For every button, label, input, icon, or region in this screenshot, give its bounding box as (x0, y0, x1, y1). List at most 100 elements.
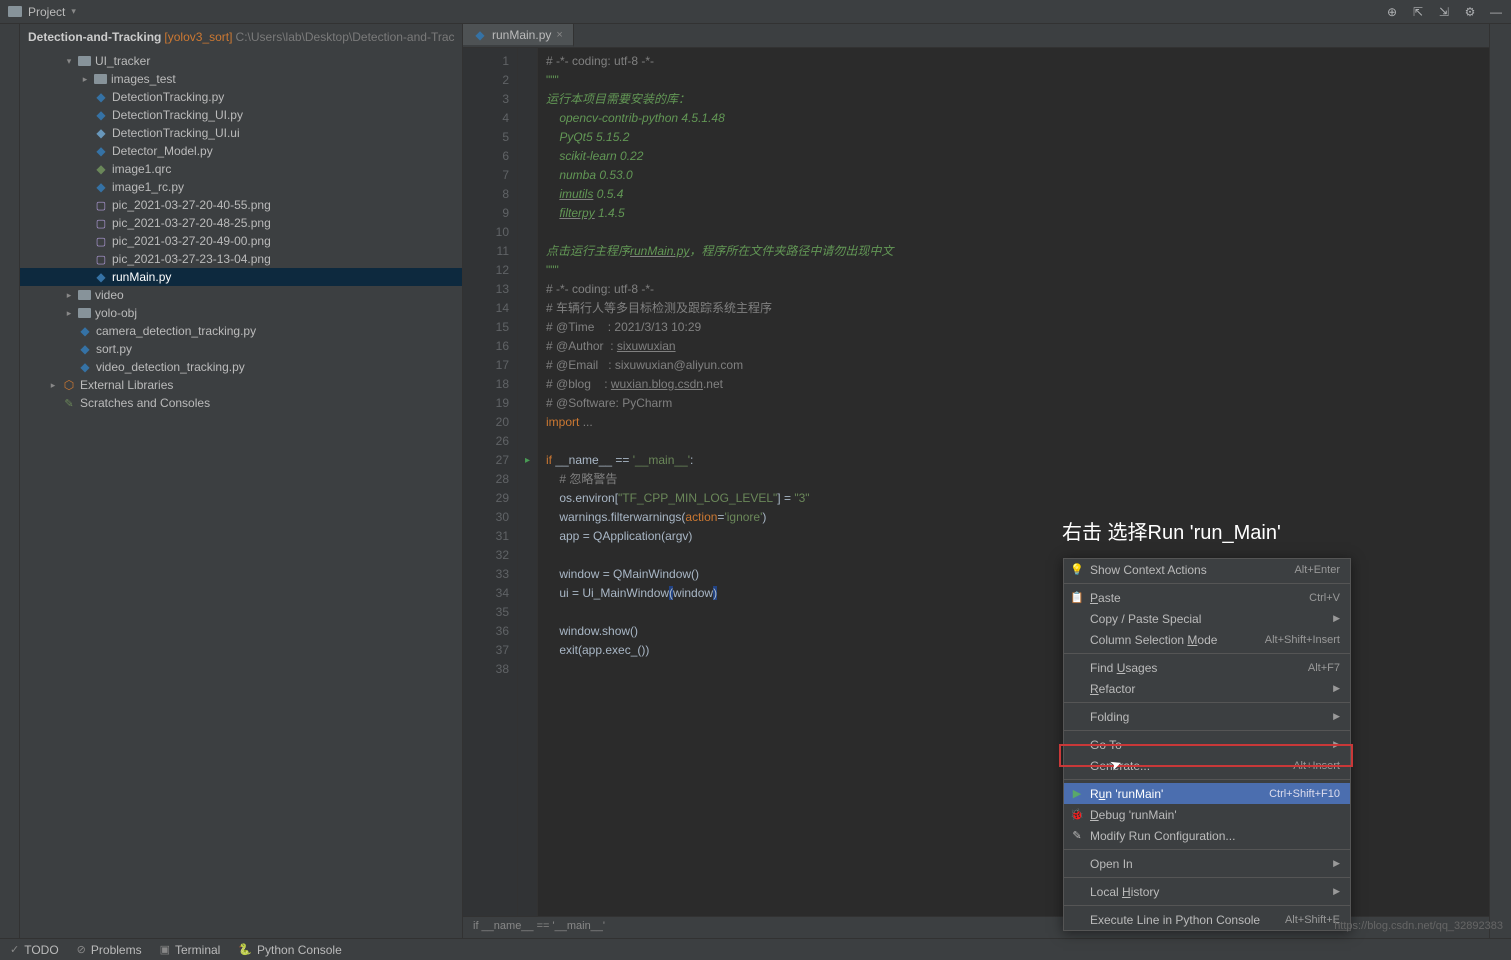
tree-item-label: UI_tracker (95, 54, 150, 68)
menu-shortcut: Alt+F7 (1308, 662, 1340, 674)
menu-item-icon: 📋 (1070, 591, 1084, 604)
menu-item[interactable]: 📋 Paste Ctrl+V (1064, 587, 1350, 608)
locate-icon[interactable]: ⊕ (1385, 5, 1399, 19)
menu-item[interactable]: 💡Show Context ActionsAlt+Enter (1064, 559, 1350, 580)
tree-item[interactable]: pic_2021-03-27-23-13-04.png (20, 250, 462, 268)
menu-item[interactable]: ✎ Modify Run Configuration... (1064, 825, 1350, 846)
menu-separator (1064, 849, 1350, 850)
tree-item[interactable]: pic_2021-03-27-20-48-25.png (20, 214, 462, 232)
tree-item[interactable]: Scratches and Consoles (20, 394, 462, 412)
menu-item-label: Local History (1090, 885, 1159, 899)
gear-icon[interactable]: ⚙ (1463, 5, 1477, 19)
tree-item[interactable]: image1_rc.py (20, 178, 462, 196)
menu-item[interactable]: 🐞Debug 'runMain' (1064, 804, 1350, 825)
project-tree-panel: Detection-and-Tracking [yolov3_sort] C:\… (20, 24, 463, 938)
tree-item[interactable]: DetectionTracking_UI.ui (20, 124, 462, 142)
tree-item[interactable]: DetectionTracking.py (20, 88, 462, 106)
menu-separator (1064, 905, 1350, 906)
tree-item-label: pic_2021-03-27-20-49-00.png (112, 234, 271, 248)
watermark: https://blog.csdn.net/qq_32892383 (1334, 920, 1503, 932)
tree-item[interactable]: ▸yolo-obj (20, 304, 462, 322)
submenu-arrow-icon: ▶ (1333, 683, 1340, 694)
tree-item[interactable]: pic_2021-03-27-20-49-00.png (20, 232, 462, 250)
tree-item[interactable]: ▾ UI_tracker (20, 52, 462, 70)
png-icon (94, 234, 108, 248)
expand-icon[interactable]: ⇱ (1411, 5, 1425, 19)
status-bar: ✓TODO ⊘Problems ▣Terminal 🐍Python Consol… (0, 938, 1511, 960)
menu-item[interactable]: Column Selection ModeAlt+Shift+Insert (1064, 629, 1350, 650)
statusbar-problems[interactable]: ⊘Problems (77, 943, 142, 957)
menu-item[interactable]: Execute Line in Python ConsoleAlt+Shift+… (1064, 909, 1350, 930)
statusbar-terminal[interactable]: ▣Terminal (160, 943, 221, 957)
statusbar-todo[interactable]: ✓TODO (10, 943, 59, 957)
python-file-icon (473, 28, 487, 42)
tree-item-label: pic_2021-03-27-20-40-55.png (112, 198, 271, 212)
tree-arrow-icon[interactable]: ▾ (64, 56, 74, 67)
menu-item-label: Folding (1090, 710, 1129, 724)
py-icon (78, 324, 92, 338)
gutter-marks: ▸ (518, 48, 538, 916)
tab-runmain[interactable]: runMain.py × (463, 24, 574, 47)
statusbar-pyconsole[interactable]: 🐍Python Console (238, 943, 341, 957)
menu-item-label: Go To (1090, 738, 1122, 752)
menu-item[interactable]: Find UsagesAlt+F7 (1064, 657, 1350, 678)
menu-separator (1064, 653, 1350, 654)
menu-item[interactable]: Local History▶ (1064, 881, 1350, 902)
project-tree[interactable]: ▾UI_tracker▸images_testDetectionTracking… (20, 50, 462, 414)
project-label[interactable]: Project (28, 5, 65, 19)
right-sidebar-tabs[interactable] (1489, 24, 1511, 938)
tree-item[interactable]: ▸External Libraries (20, 376, 462, 394)
submenu-arrow-icon: ▶ (1333, 858, 1340, 869)
tree-item[interactable]: camera_detection_tracking.py (20, 322, 462, 340)
minimize-icon[interactable]: — (1489, 5, 1503, 19)
menu-separator (1064, 583, 1350, 584)
menu-item[interactable]: Copy / Paste Special▶ (1064, 608, 1350, 629)
tree-item[interactable]: ▸video (20, 286, 462, 304)
editor-tabs: runMain.py × (463, 24, 1489, 48)
qrc-icon (94, 162, 108, 176)
tree-item-label: camera_detection_tracking.py (96, 324, 256, 338)
tree-item-label: sort.py (96, 342, 132, 356)
menu-item-icon: ✎ (1070, 829, 1084, 842)
collapse-icon[interactable]: ⇲ (1437, 5, 1451, 19)
tree-item[interactable]: sort.py (20, 340, 462, 358)
tree-item[interactable]: image1.qrc (20, 160, 462, 178)
menu-item[interactable]: Open In ▶ (1064, 853, 1350, 874)
menu-item-label: Paste (1090, 591, 1121, 605)
tree-arrow-icon[interactable]: ▸ (80, 74, 90, 85)
tree-item-label: image1.qrc (112, 162, 171, 176)
scratch-icon (62, 396, 76, 410)
tree-item-label: DetectionTracking_UI.py (112, 108, 243, 122)
menu-item[interactable]: Refactor▶ (1064, 678, 1350, 699)
menu-shortcut: Ctrl+V (1309, 592, 1340, 604)
tree-item-label: runMain.py (112, 270, 171, 284)
tree-item[interactable]: pic_2021-03-27-20-40-55.png (20, 196, 462, 214)
menu-item-icon: ▶ (1070, 787, 1084, 800)
folder-icon (78, 308, 91, 318)
png-icon (94, 216, 108, 230)
menu-item-label: Modify Run Configuration... (1090, 829, 1235, 843)
tree-item[interactable]: video_detection_tracking.py (20, 358, 462, 376)
tree-arrow-icon[interactable]: ▸ (64, 308, 74, 319)
menu-item[interactable]: Folding ▶ (1064, 706, 1350, 727)
tree-arrow-icon[interactable]: ▸ (48, 380, 58, 391)
tree-item[interactable]: ▸images_test (20, 70, 462, 88)
menu-item[interactable]: ▶Run 'runMain'Ctrl+Shift+F10 (1064, 783, 1350, 804)
menu-item-label: Open In (1090, 857, 1133, 871)
tree-arrow-icon[interactable]: ▸ (64, 290, 74, 301)
menu-item-icon: 🐞 (1070, 808, 1084, 821)
tree-item-label: pic_2021-03-27-23-13-04.png (112, 252, 271, 266)
tree-item[interactable]: runMain.py (20, 268, 462, 286)
submenu-arrow-icon: ▶ (1333, 711, 1340, 722)
tree-item[interactable]: Detector_Model.py (20, 142, 462, 160)
menu-item[interactable]: Go To▶ (1064, 734, 1350, 755)
tree-item[interactable]: DetectionTracking_UI.py (20, 106, 462, 124)
py-icon (94, 180, 108, 194)
close-icon[interactable]: × (556, 29, 562, 41)
py-icon (94, 270, 108, 284)
folder-icon (8, 6, 22, 17)
left-sidebar-tabs[interactable] (0, 24, 20, 938)
dropdown-icon[interactable]: ▾ (71, 6, 76, 17)
folder-icon (78, 56, 91, 66)
project-breadcrumb: Detection-and-Tracking [yolov3_sort] C:\… (20, 24, 462, 50)
